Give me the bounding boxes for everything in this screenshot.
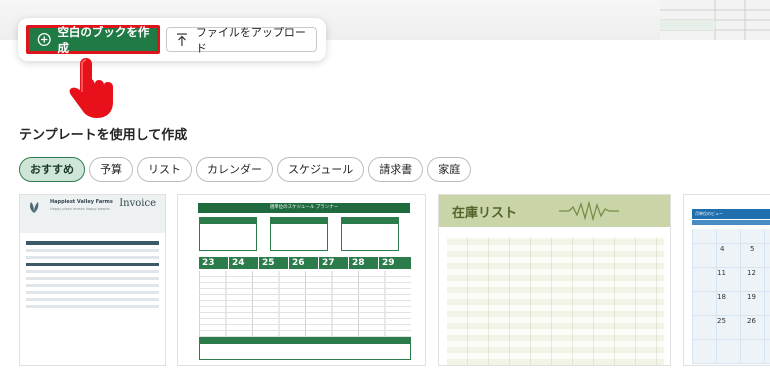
chip-schedule[interactable]: スケジュール [277,157,365,182]
schedule-day: 28 [349,257,378,269]
leaf-logo-icon [30,202,39,213]
calendar-date: 5 [750,245,755,253]
create-actions-card: 空白のブックを作成 ファイルをアップロード [18,18,326,61]
schedule-section [270,217,328,251]
template-gallery-page: 空白のブックを作成 ファイルをアップロード テンプレートを使用して作成 おすすめ… [0,0,770,384]
invoice-tagline: Happy place means happy people [50,207,110,211]
calendar-date: 25 [717,317,726,325]
template-card-calendar[interactable]: 月単位のビュー 4 5 11 12 18 19 25 26 [683,194,770,366]
upload-file-button[interactable]: ファイルをアップロード [166,26,317,55]
section-title: テンプレートを使用して作成 [19,128,188,143]
schedule-section [341,217,399,251]
schedule-day: 24 [229,257,258,269]
calendar-date: 18 [717,293,726,301]
chip-home[interactable]: 家庭 [427,157,472,182]
invoice-header: Happiest Valley Farms Happy place means … [20,195,165,233]
invoice-table-header [26,241,159,245]
calendar-date: 11 [717,269,726,277]
schedule-day: 29 [379,257,411,269]
schedule-section [199,217,257,251]
waveform-decoration [559,201,619,221]
invoice-row [26,249,159,252]
invoice-row [26,305,159,308]
template-card-inventory-list[interactable]: 在庫リスト [438,194,671,366]
schedule-day: 26 [289,257,318,269]
create-blank-workbook-button[interactable]: 空白のブックを作成 [26,24,160,55]
calendar-date: 12 [747,269,756,277]
category-filter-chips: おすすめ 予算 リスト カレンダー スケジュール 請求書 家庭 [19,157,472,182]
pointing-hand-icon [69,58,113,118]
spreadsheet-illustration [660,0,770,40]
invoice-row [26,270,159,273]
template-card-weekly-schedule[interactable]: 週単位のスケジュール プランナー 23 24 25 26 27 28 29 [177,194,426,366]
chip-list[interactable]: リスト [137,157,192,182]
inventory-table-columns [447,237,664,365]
chip-invoice[interactable]: 請求書 [368,157,424,182]
invoice-row [26,298,159,301]
calendar-weekday-header [692,220,770,225]
invoice-row [26,277,159,280]
schedule-grid [199,271,411,337]
invoice-title: Invoice [119,198,156,209]
upload-arrow-icon [176,32,187,46]
calendar-title: 月単位のビュー [692,209,770,219]
calendar-date: 4 [720,245,725,253]
chip-calendar[interactable]: カレンダー [196,157,273,182]
calendar-date: 19 [747,293,756,301]
invoice-row [26,284,159,287]
schedule-title: 週単位のスケジュール プランナー [198,203,410,213]
calendar-grid [692,229,770,364]
inventory-header: 在庫リスト [439,195,670,227]
invoice-company: Happiest Valley Farms [50,199,113,205]
inventory-title: 在庫リスト [452,206,518,221]
invoice-row [26,256,159,259]
schedule-day: 25 [259,257,288,269]
schedule-day: 23 [199,257,228,269]
chip-budget[interactable]: 予算 [89,157,133,182]
schedule-day: 27 [319,257,348,269]
upload-file-label: ファイルをアップロード [195,25,306,55]
template-card-invoice[interactable]: Happiest Valley Farms Happy place means … [19,194,166,366]
create-blank-label: 空白のブックを作成 [57,24,150,55]
calendar-date: 26 [747,317,756,325]
chip-recommended[interactable]: おすすめ [19,157,85,182]
invoice-row [26,291,159,294]
schedule-notes [199,337,411,360]
invoice-table-header [26,263,159,266]
plus-circle-icon [37,33,51,46]
